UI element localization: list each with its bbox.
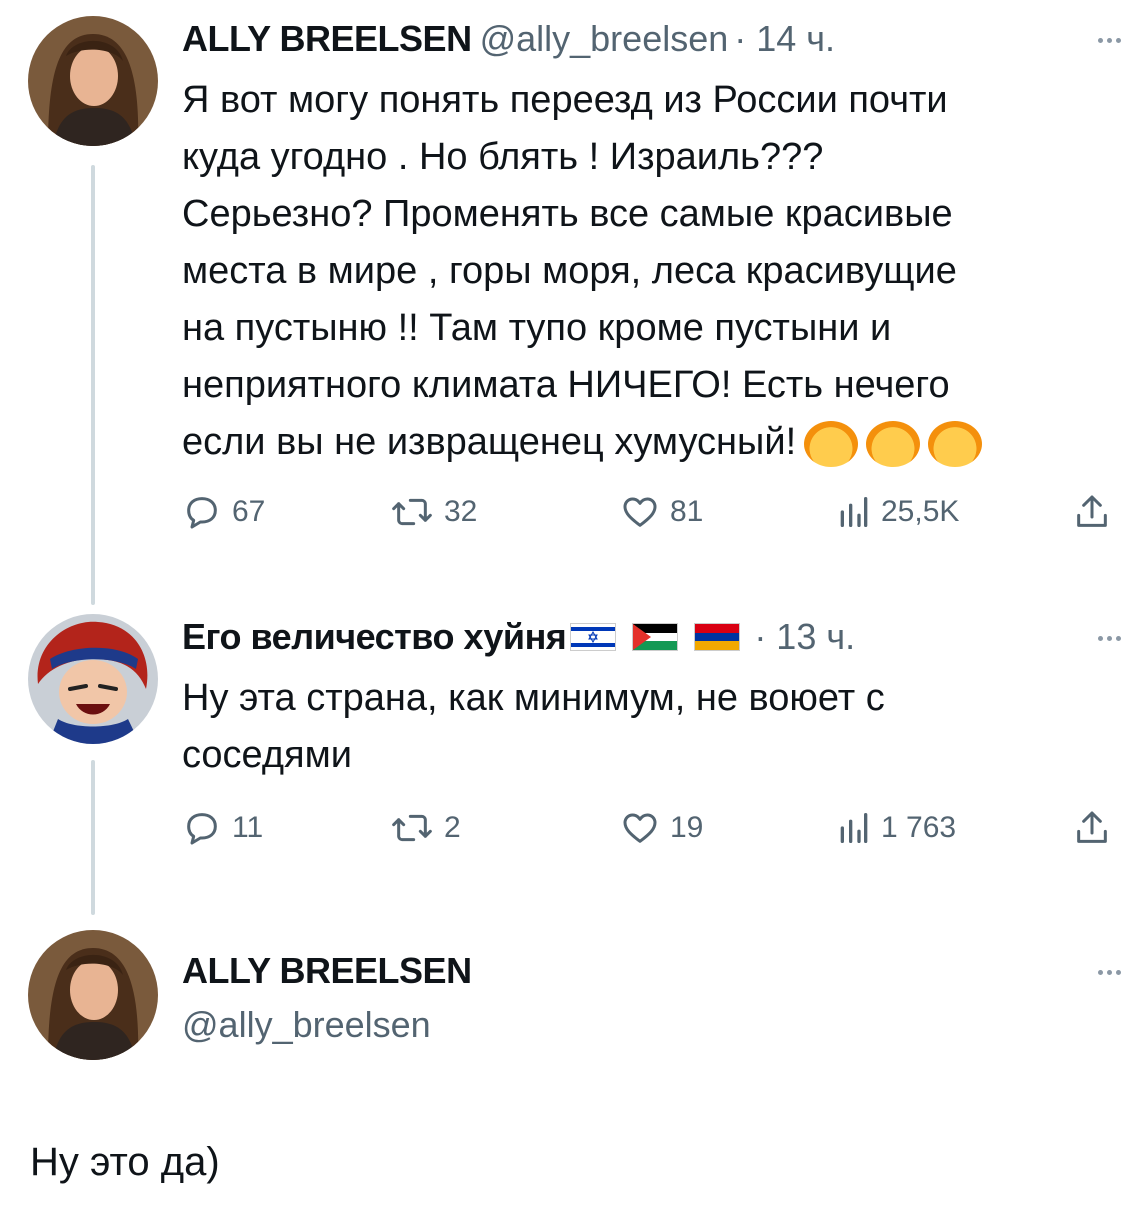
heart-icon (623, 497, 657, 527)
tweet-text-line: на пустыню !! Там тупо кроме пустыни и (182, 307, 892, 349)
avatar[interactable] (28, 16, 158, 146)
display-name[interactable]: ALLY BREELSEN (182, 18, 472, 60)
share-icon (1077, 495, 1107, 527)
exploding-head-emoji (866, 420, 921, 467)
timestamp[interactable]: · 14 ч. (734, 18, 835, 60)
handle[interactable]: @ally_breelsen (480, 18, 729, 60)
thread-line (91, 165, 95, 605)
avatar[interactable] (28, 614, 158, 744)
tweet-header: ALLY BREELSEN (182, 950, 472, 992)
display-name[interactable]: Его величество хуйня (182, 616, 567, 658)
flag-group (570, 623, 741, 651)
views-icon (840, 813, 868, 843)
retweet-button[interactable]: 2 (390, 808, 461, 848)
retweet-count: 2 (444, 811, 461, 844)
like-button[interactable]: 19 (620, 808, 703, 848)
heart-icon (623, 813, 657, 843)
armenia-flag (694, 623, 741, 651)
israel-flag (570, 623, 617, 651)
share-button[interactable] (1072, 808, 1112, 848)
display-name[interactable]: ALLY BREELSEN (182, 950, 472, 992)
timestamp[interactable]: · 13 ч. (754, 616, 855, 658)
tweet-text-line: неприятного климата НИЧЕГО! Есть нечего (182, 364, 950, 406)
views-button[interactable]: 25,5K (837, 492, 959, 532)
views-count: 1 763 (881, 811, 957, 844)
tweet-text-line: Ну эта страна, как минимум, не воюет с (182, 677, 885, 719)
tweet-text-line: Серьезно? Променять все самые красивые (182, 193, 953, 235)
palestine-flag (632, 623, 679, 651)
views-icon (840, 497, 868, 527)
more-icon[interactable] (1098, 636, 1121, 641)
tweet-text-line: места в мире , горы моря, леса красивущи… (182, 250, 957, 292)
reply-icon (187, 813, 217, 845)
tweet-text: Ну эта страна, как минимум, не воюет с с… (182, 670, 885, 784)
like-count: 81 (670, 495, 704, 528)
tweet-text: Ну это да) (30, 1140, 220, 1184)
tweet-header: Его величество хуйня · 13 ч. (182, 616, 855, 658)
tweet-handle-row: @ally_breelsen (182, 1004, 431, 1046)
avatar[interactable] (28, 930, 158, 1060)
reply-count: 11 (232, 811, 264, 844)
retweet-button[interactable]: 32 (390, 492, 477, 532)
tweet-actions: 11 2 19 1 763 (182, 808, 1117, 858)
share-icon (1077, 811, 1107, 843)
exploding-head-emoji (928, 420, 983, 467)
tweet-text-line: если вы не извращенец хумусный! (182, 421, 797, 463)
handle[interactable]: @ally_breelsen (182, 1004, 431, 1046)
more-icon[interactable] (1098, 970, 1121, 975)
tweet-text: Я вот могу понять переезд из России почт… (182, 72, 983, 471)
views-count: 25,5K (881, 495, 960, 528)
tweet-actions: 67 32 81 25,5K (182, 492, 1117, 542)
reply-count: 67 (232, 495, 266, 528)
retweet-icon (392, 814, 432, 842)
tweet-text-line: соседями (182, 734, 352, 776)
tweet-text-line: Я вот могу понять переезд из России почт… (182, 79, 948, 121)
retweet-count: 32 (444, 495, 478, 528)
views-button[interactable]: 1 763 (837, 808, 956, 848)
share-button[interactable] (1072, 492, 1112, 532)
tweet-text-line: если вы не извращенец хумусный! (182, 414, 983, 471)
tweet-header: ALLY BREELSEN @ally_breelsen · 14 ч. (182, 18, 835, 60)
exploding-head-emoji (804, 420, 859, 467)
thread-line (91, 760, 95, 915)
retweet-icon (392, 498, 432, 526)
reply-button[interactable]: 67 (182, 492, 265, 532)
like-count: 19 (670, 811, 704, 844)
reply-icon (187, 497, 217, 529)
emoji-group (804, 420, 983, 467)
reply-button[interactable]: 11 (182, 808, 263, 848)
tweet-text-line: куда угодно . Но блять ! Израиль??? (182, 136, 824, 178)
like-button[interactable]: 81 (620, 492, 703, 532)
more-icon[interactable] (1098, 38, 1121, 43)
